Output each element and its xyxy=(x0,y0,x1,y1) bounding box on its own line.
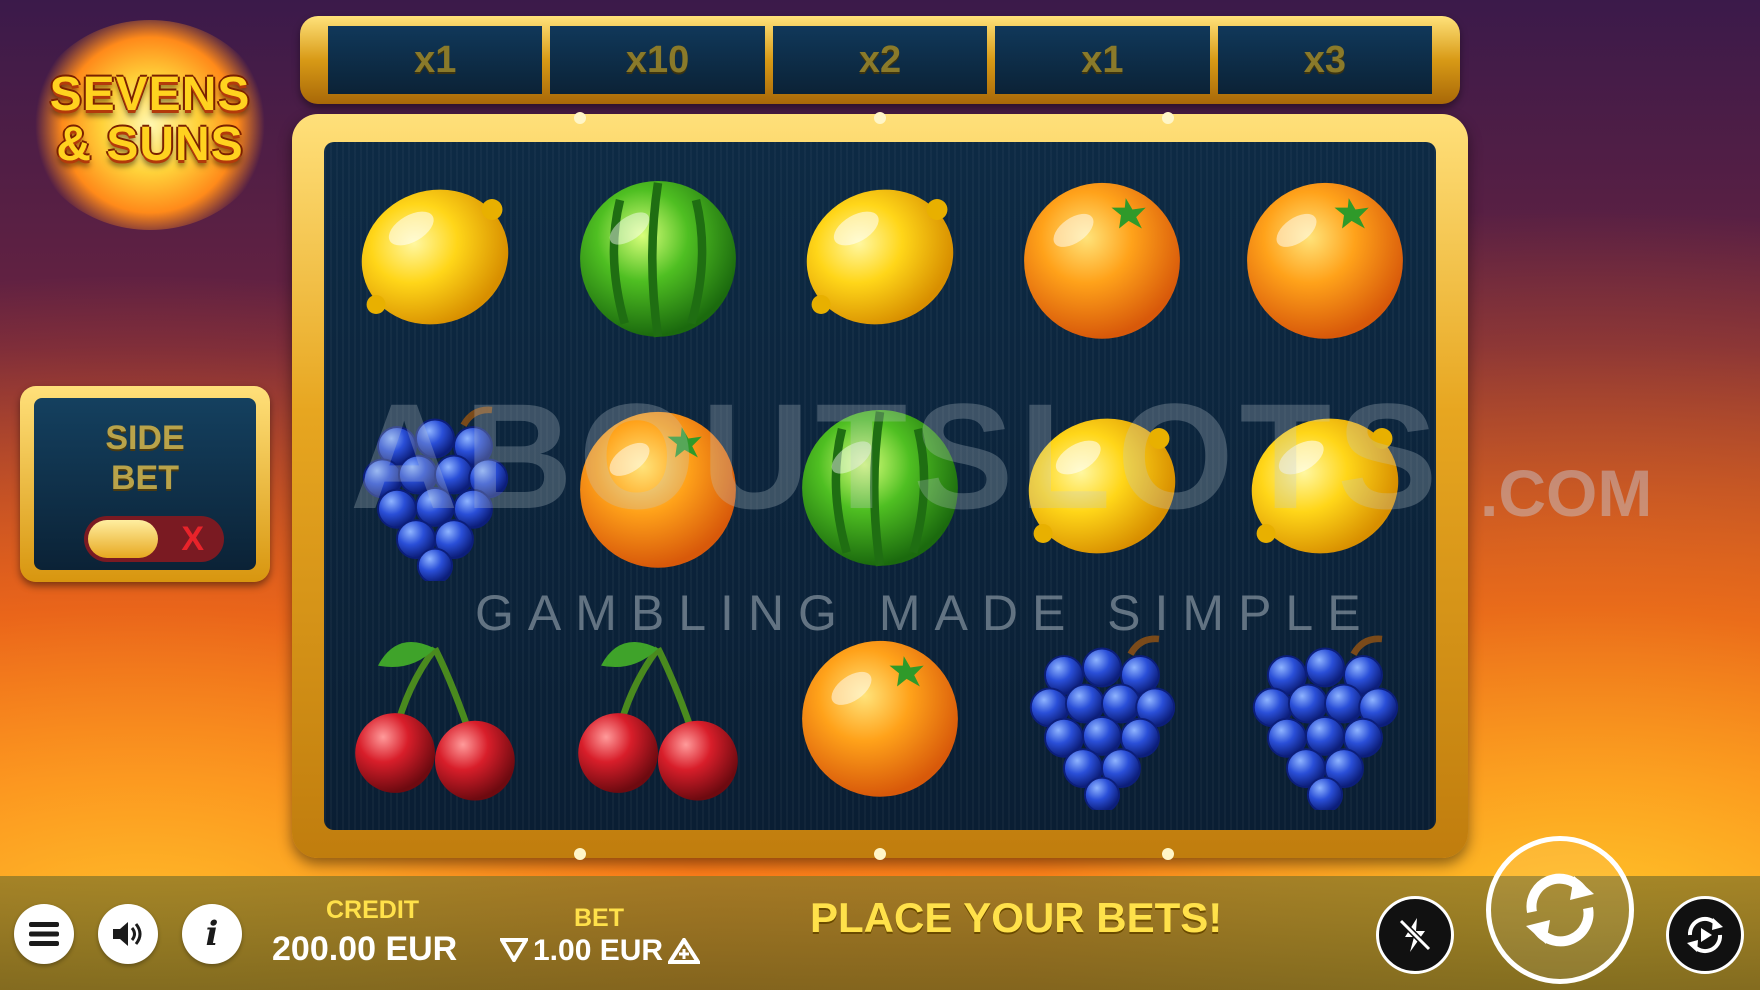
multiplier-reel-4: x1 xyxy=(995,26,1210,94)
side-bet-toggle[interactable]: X xyxy=(84,516,224,562)
lemon-symbol xyxy=(361,189,509,325)
sound-icon xyxy=(113,922,142,946)
credit-value: 200.00 EUR xyxy=(272,930,458,968)
multiplier-reel-1: x1 xyxy=(328,26,543,94)
triangle-up-icon xyxy=(666,936,702,964)
game-logo: SEVENS & SUNS xyxy=(20,70,280,170)
bet-decrease-button[interactable] xyxy=(498,938,530,967)
grapes-symbol xyxy=(1030,635,1176,811)
info-icon: i xyxy=(205,914,219,954)
side-bet-title-line-2: BET xyxy=(111,459,179,497)
reel-cell xyxy=(324,142,546,371)
autoplay-button[interactable] xyxy=(1666,896,1744,974)
watermelon-symbol xyxy=(579,180,736,338)
watermark-tagline: GAMBLING MADE SIMPLE xyxy=(475,585,1375,641)
orange-symbol xyxy=(1024,182,1181,339)
status-message: PLACE YOUR BETS! xyxy=(810,894,1223,941)
info-button[interactable]: i xyxy=(182,904,242,964)
turbo-off-icon xyxy=(1398,918,1432,952)
menu-button[interactable] xyxy=(14,904,74,964)
bet-label: BET xyxy=(574,904,624,932)
reel-cell xyxy=(546,142,768,371)
orange-symbol xyxy=(802,641,958,798)
multiplier-reel-3: x2 xyxy=(772,26,988,94)
spin-icon xyxy=(1526,873,1594,947)
bet-value: 1.00 EUR xyxy=(533,934,664,967)
credit-label: CREDIT xyxy=(326,896,420,924)
turbo-button[interactable] xyxy=(1376,896,1454,974)
multiplier-bar: x1 x10 x2 x1 x3 xyxy=(300,16,1460,104)
bet-increase-button[interactable] xyxy=(666,936,702,969)
toggle-off-icon: X xyxy=(181,520,204,558)
menu-icon xyxy=(29,922,59,946)
orange-symbol xyxy=(1246,182,1403,339)
lemon-symbol xyxy=(806,189,954,325)
grapes-symbol xyxy=(1252,635,1398,811)
spin-button[interactable] xyxy=(1486,836,1634,984)
cherries-symbol xyxy=(577,642,738,801)
reel-cell xyxy=(991,142,1213,371)
toggle-knob xyxy=(88,520,158,558)
logo-line-1: SEVENS xyxy=(49,68,251,121)
reel-cell xyxy=(769,142,991,371)
cherries-symbol xyxy=(355,642,515,801)
autoplay-icon xyxy=(1687,916,1723,954)
logo-line-2: & SUNS xyxy=(56,118,244,171)
watermark-tld: .COM xyxy=(1480,456,1653,530)
multiplier-reel-5: x3 xyxy=(1217,26,1433,94)
reel-cell xyxy=(1214,142,1436,371)
side-bet-title-line-1: SIDE xyxy=(105,419,185,457)
watermark-brand: ABOUTSLOTS xyxy=(350,372,1444,540)
side-bet-panel: SIDE BET X xyxy=(20,386,270,582)
side-bet-title: SIDE BET xyxy=(34,418,256,498)
triangle-down-icon xyxy=(498,938,530,964)
sound-button[interactable] xyxy=(98,904,158,964)
multiplier-reel-2: x10 xyxy=(550,26,765,94)
